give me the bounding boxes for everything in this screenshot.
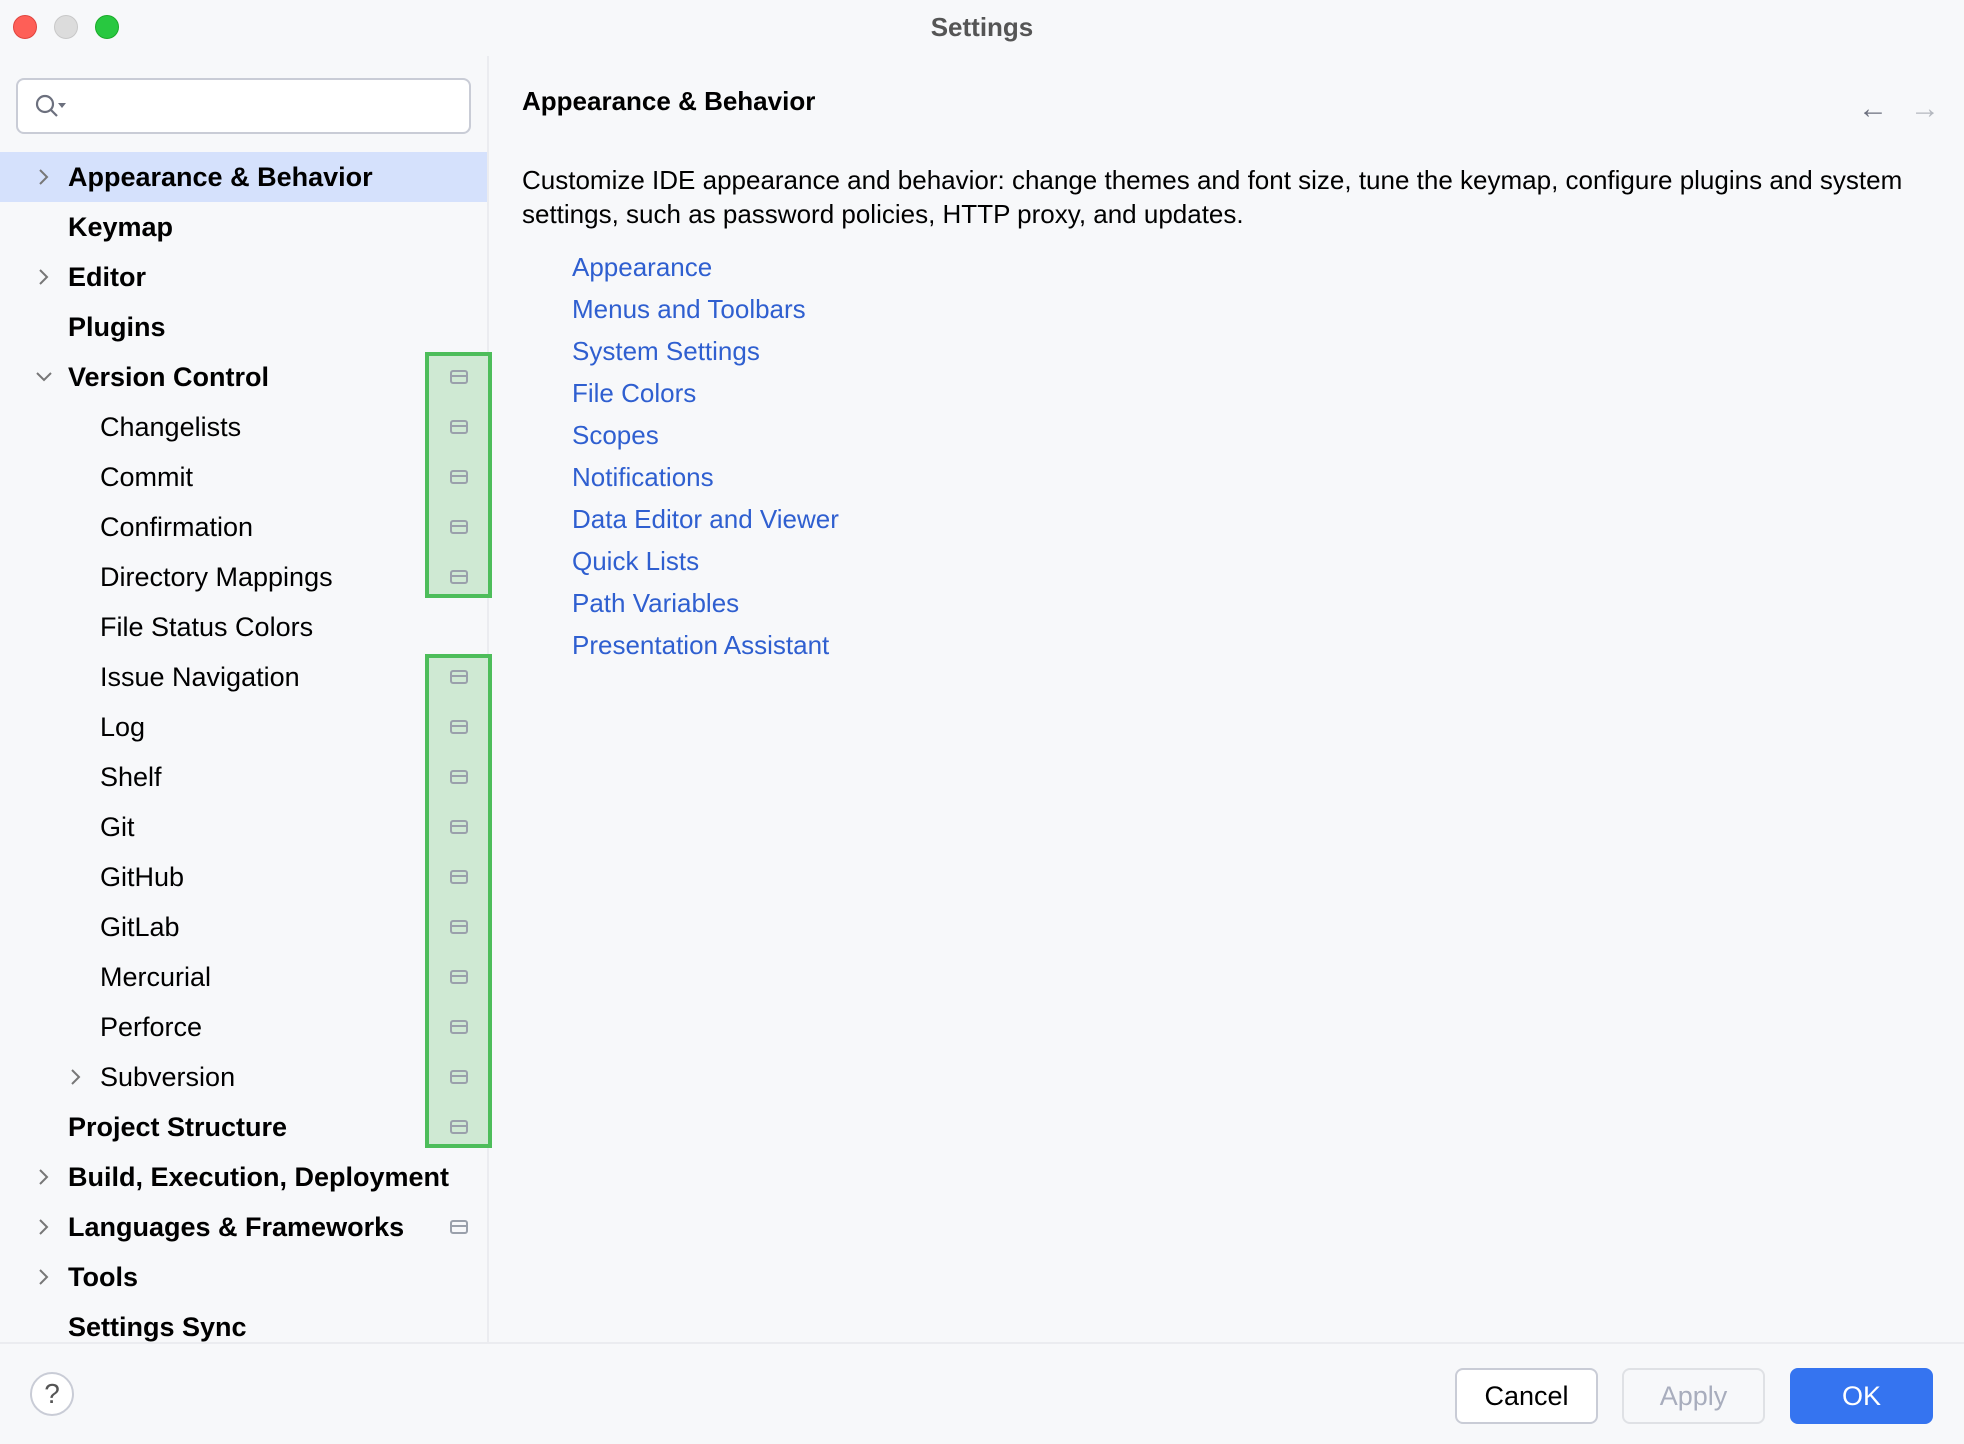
non-project-settings-icon xyxy=(450,420,468,434)
settings-sidebar: Appearance & Behavior Keymap Editor Plugins… xyxy=(0,56,492,1342)
tree-item-label: Keymap xyxy=(68,212,174,242)
tree-item-github[interactable]: GitHub xyxy=(0,852,487,902)
tree-item-label: Issue Navigation xyxy=(100,662,300,692)
tree-item-label: GitHub xyxy=(100,862,185,892)
tree-item-languages-frameworks[interactable]: Languages & Frameworks xyxy=(0,1202,487,1252)
dialog-footer: ? Cancel Apply OK xyxy=(0,1342,1964,1444)
tree-item-editor[interactable]: Editor xyxy=(0,252,487,302)
tree-item-label: Languages & Frameworks xyxy=(68,1212,405,1242)
page-title: Appearance & Behavior xyxy=(522,86,816,116)
non-project-settings-icon xyxy=(450,1220,468,1234)
tree-item-label: Changelists xyxy=(100,412,242,442)
tree-item-log[interactable]: Log xyxy=(0,702,487,752)
chevron-right-icon[interactable] xyxy=(34,252,54,302)
tree-item-shelf[interactable]: Shelf xyxy=(0,752,487,802)
tree-item-label: Plugins xyxy=(68,312,166,342)
title-bar: Settings xyxy=(0,0,1964,56)
tree-item-perforce[interactable]: Perforce xyxy=(0,1002,487,1052)
chevron-right-icon[interactable] xyxy=(66,1052,86,1102)
tree-item-tools[interactable]: Tools xyxy=(0,1252,487,1302)
tree-item-issue-navigation[interactable]: Issue Navigation xyxy=(0,652,487,702)
link-scopes[interactable]: Scopes xyxy=(572,420,659,451)
non-project-settings-icon xyxy=(450,1120,468,1134)
ok-button[interactable]: OK xyxy=(1790,1368,1933,1424)
non-project-settings-icon xyxy=(450,1020,468,1034)
tree-item-plugins[interactable]: Plugins xyxy=(0,302,487,352)
link-quick-lists[interactable]: Quick Lists xyxy=(572,546,699,577)
tree-item-label: Tools xyxy=(68,1262,138,1292)
tree-item-git[interactable]: Git xyxy=(0,802,487,852)
tree-item-label: Version Control xyxy=(68,362,270,392)
tree-item-label: Confirmation xyxy=(100,512,254,542)
tree-item-file-status-colors[interactable]: File Status Colors xyxy=(0,602,487,652)
chevron-right-icon[interactable] xyxy=(34,152,54,202)
tree-item-changelists[interactable]: Changelists xyxy=(0,402,487,452)
arrow-left-icon[interactable]: ← xyxy=(1858,92,1888,126)
tree-item-label: Appearance & Behavior xyxy=(68,162,373,192)
search-input[interactable] xyxy=(16,78,471,134)
page-description: Customize IDE appearance and behavior: c… xyxy=(522,165,1903,229)
tree-item-label: Mercurial xyxy=(100,962,212,992)
tree-item-label: GitLab xyxy=(100,912,180,942)
non-project-settings-icon xyxy=(450,920,468,934)
link-menus-and-toolbars[interactable]: Menus and Toolbars xyxy=(572,294,806,325)
tree-item-commit[interactable]: Commit xyxy=(0,452,487,502)
tree-item-label: Subversion xyxy=(100,1062,236,1092)
non-project-settings-icon xyxy=(450,770,468,784)
search-icon xyxy=(35,94,66,117)
chevron-down-icon[interactable] xyxy=(34,352,54,402)
non-project-settings-icon xyxy=(450,970,468,984)
tree-item-directory-mappings[interactable]: Directory Mappings xyxy=(0,552,487,602)
tree-item-subversion[interactable]: Subversion xyxy=(0,1052,487,1102)
tree-item-appearance-behavior[interactable]: Appearance & Behavior xyxy=(0,152,487,202)
tree-item-project-structure[interactable]: Project Structure xyxy=(0,1102,487,1152)
tree-item-label: Editor xyxy=(68,262,146,292)
arrow-right-icon[interactable]: → xyxy=(1910,92,1940,126)
tree-item-label: Commit xyxy=(100,462,193,492)
tree-item-mercurial[interactable]: Mercurial xyxy=(0,952,487,1002)
tree-item-label: Git xyxy=(100,812,135,842)
chevron-right-icon[interactable] xyxy=(34,1152,54,1202)
non-project-settings-icon xyxy=(450,470,468,484)
link-presentation-assistant[interactable]: Presentation Assistant xyxy=(572,630,829,661)
non-project-settings-icon xyxy=(450,520,468,534)
link-system-settings[interactable]: System Settings xyxy=(572,336,760,367)
tree-item-label: Shelf xyxy=(100,762,162,792)
tree-item-keymap[interactable]: Keymap xyxy=(0,202,487,252)
non-project-settings-icon xyxy=(450,870,468,884)
tree-item-label: Perforce xyxy=(100,1012,203,1042)
tree-item-gitlab[interactable]: GitLab xyxy=(0,902,487,952)
non-project-settings-icon xyxy=(450,1070,468,1084)
cancel-button[interactable]: Cancel xyxy=(1455,1368,1598,1424)
tree-item-confirmation[interactable]: Confirmation xyxy=(0,502,487,552)
content-panel: Appearance & Behavior ← → Customize IDE … xyxy=(491,56,1964,1342)
non-project-settings-icon xyxy=(450,820,468,834)
tree-item-label: Directory Mappings xyxy=(100,562,333,592)
tree-item-label: File Status Colors xyxy=(100,612,314,642)
non-project-settings-icon xyxy=(450,720,468,734)
tree-item-label: Project Structure xyxy=(68,1112,288,1142)
apply-button[interactable]: Apply xyxy=(1622,1368,1765,1424)
non-project-settings-icon xyxy=(450,670,468,684)
link-data-editor-and-viewer[interactable]: Data Editor and Viewer xyxy=(572,504,839,535)
window-title: Settings xyxy=(930,12,1034,42)
tree-item-build-execution-deployment[interactable]: Build, Execution, Deployment xyxy=(0,1152,487,1202)
tree-item-version-control[interactable]: Version Control xyxy=(0,352,487,402)
help-button[interactable]: ? xyxy=(30,1372,74,1416)
chevron-right-icon[interactable] xyxy=(34,1252,54,1302)
tree-item-label: Log xyxy=(100,712,146,742)
link-appearance[interactable]: Appearance xyxy=(572,252,712,283)
non-project-settings-icon xyxy=(450,570,468,584)
link-file-colors[interactable]: File Colors xyxy=(572,378,696,409)
settings-window: Settings Appearance & Behavior Keymap Edit… xyxy=(0,0,1964,1444)
tree-item-label: Build, Execution, Deployment xyxy=(68,1162,450,1192)
non-project-settings-icon xyxy=(450,370,468,384)
link-notifications[interactable]: Notifications xyxy=(572,462,714,493)
link-path-variables[interactable]: Path Variables xyxy=(572,588,739,619)
chevron-right-icon[interactable] xyxy=(34,1202,54,1252)
